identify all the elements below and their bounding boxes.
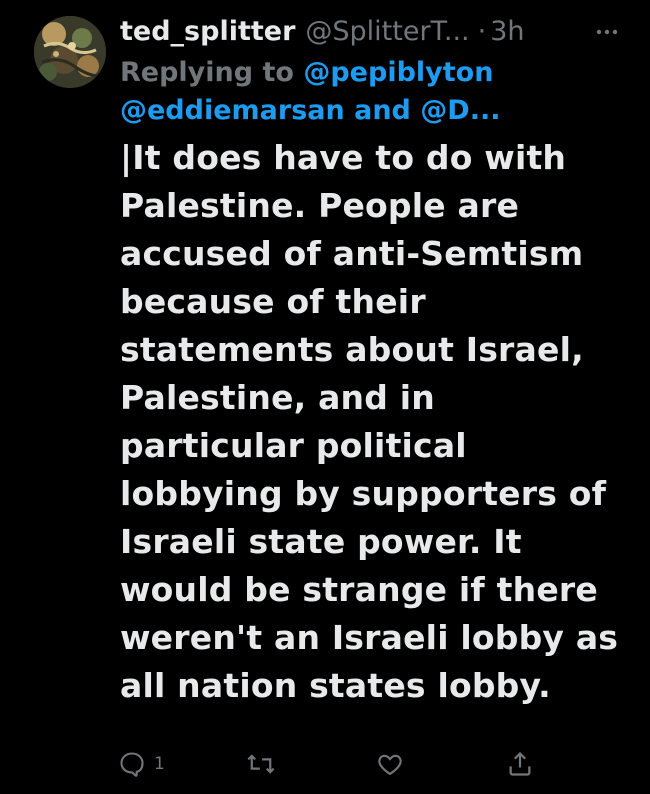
retweet-button[interactable] bbox=[246, 750, 276, 778]
mention-link[interactable]: @D... bbox=[420, 95, 500, 126]
tweet[interactable]: ted_splitter @SplitterT... · 3h Replying… bbox=[0, 0, 650, 794]
replying-to-continued: @eddiemarsan and @D... bbox=[120, 92, 630, 130]
replying-and: and bbox=[344, 95, 421, 126]
mention-link[interactable]: @eddiemarsan bbox=[120, 95, 345, 126]
tweet-content: ted_splitter @SplitterT... · 3h Replying… bbox=[120, 10, 630, 710]
tweet-header: ted_splitter @SplitterT... · 3h bbox=[120, 10, 630, 54]
share-icon bbox=[509, 751, 531, 776]
timestamp[interactable]: 3h bbox=[490, 10, 524, 54]
more-icon[interactable] bbox=[596, 28, 618, 36]
replying-prefix: Replying to bbox=[120, 57, 304, 88]
display-name[interactable]: ted_splitter bbox=[120, 10, 295, 54]
user-handle[interactable]: @SplitterT... bbox=[305, 10, 469, 54]
heart-icon bbox=[378, 754, 402, 776]
avatar-image bbox=[34, 16, 106, 88]
like-button[interactable] bbox=[376, 750, 404, 778]
mention-link[interactable]: @pepiblyton bbox=[303, 57, 493, 88]
reply-button[interactable]: 1 bbox=[118, 750, 165, 778]
avatar[interactable] bbox=[34, 16, 106, 88]
separator-dot: · bbox=[477, 16, 487, 47]
reply-icon bbox=[120, 752, 144, 777]
reply-count: 1 bbox=[154, 754, 165, 774]
replying-to: Replying to @pepiblyton bbox=[120, 54, 630, 92]
retweet-icon bbox=[247, 754, 275, 774]
action-bar: 1 bbox=[118, 750, 538, 784]
tweet-text: |It does have to do with Palestine. Peop… bbox=[120, 138, 619, 705]
share-button[interactable] bbox=[506, 750, 534, 778]
